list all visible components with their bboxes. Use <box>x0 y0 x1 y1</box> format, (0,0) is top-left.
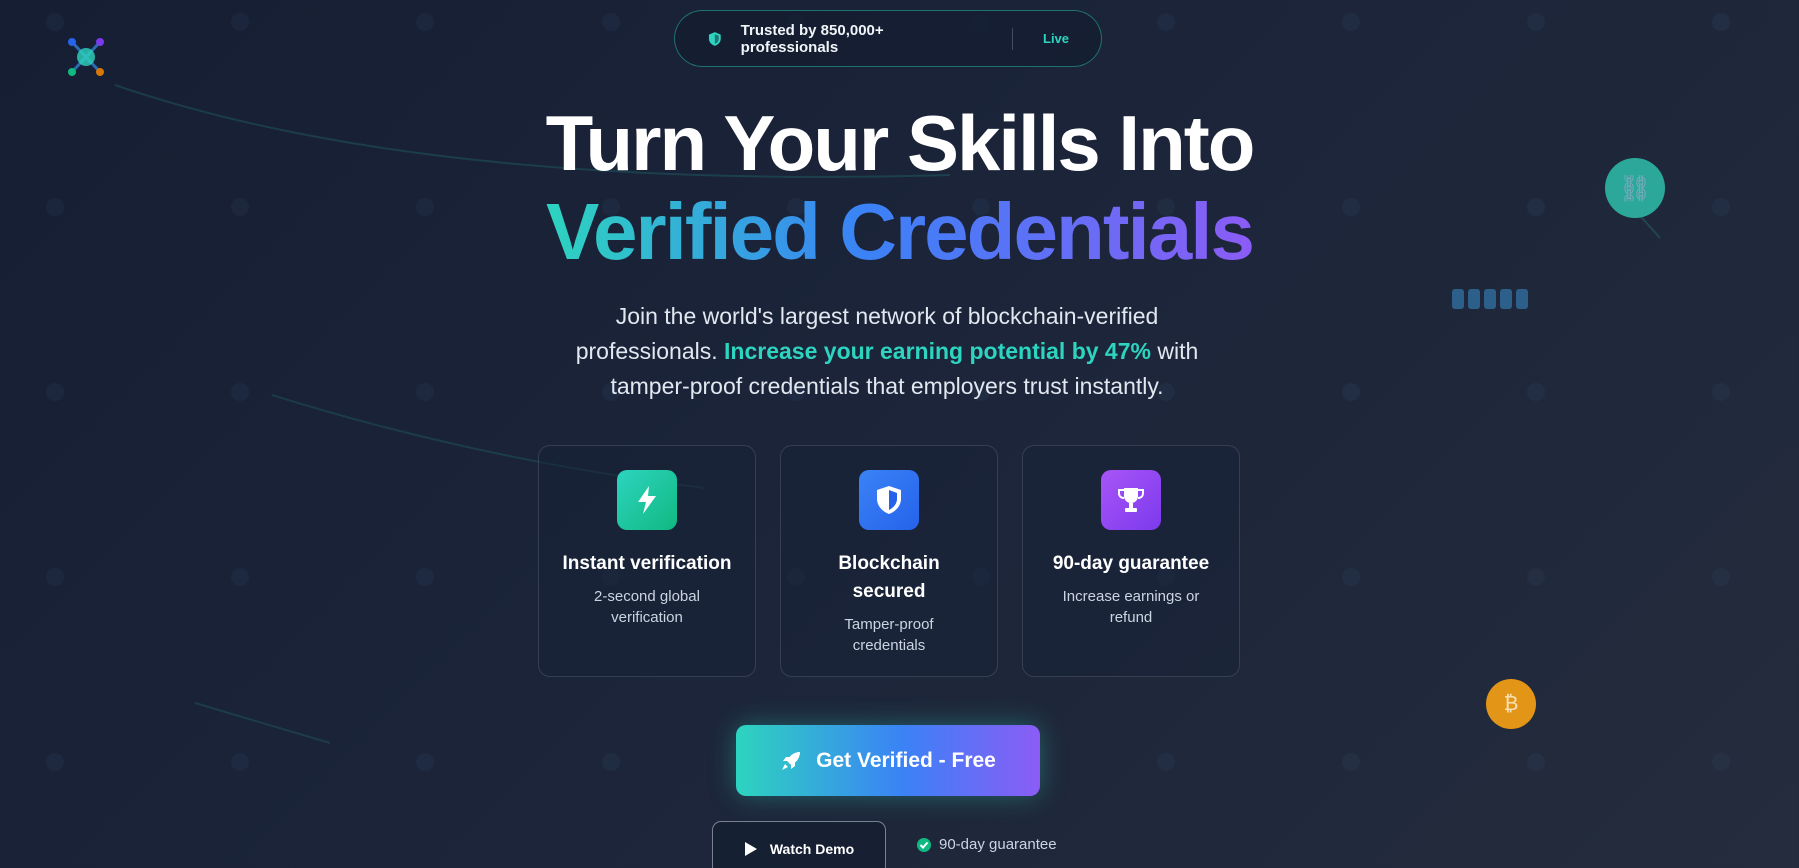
subtitle-highlight: Increase your earning potential by 47% <box>724 338 1151 364</box>
background-dot <box>46 383 64 401</box>
chain-block <box>1516 289 1528 309</box>
feature-cards: Instant verification 2-second global ver… <box>538 445 1240 677</box>
chain-block <box>1484 289 1496 309</box>
get-verified-label: Get Verified - Free <box>816 748 996 772</box>
feature-title: 90-day guarantee <box>1052 553 1210 574</box>
background-dot <box>1527 13 1545 31</box>
feature-card-blockchain-secured: Blockchain secured Tamper-proof credenti… <box>780 445 998 677</box>
chain-block <box>1500 289 1512 309</box>
brand-logo-icon[interactable] <box>64 36 108 80</box>
headline-line-2: Verified Credentials <box>0 186 1799 278</box>
background-dot <box>602 753 620 771</box>
live-status: Live <box>1043 31 1070 46</box>
chain-link-glyph: ⛓ <box>1618 172 1652 203</box>
feature-card-90-day-guarantee: 90-day guarantee Increase earnings or re… <box>1022 445 1240 677</box>
chain-block <box>1468 289 1480 309</box>
lightning-bolt-icon <box>617 470 677 530</box>
watch-demo-button[interactable]: Watch Demo <box>712 821 886 868</box>
shield-icon <box>708 31 721 46</box>
bitcoin-icon: ₿ <box>1486 679 1536 729</box>
trust-badge-divider <box>1012 27 1013 50</box>
background-dot <box>231 13 249 31</box>
trust-badge: Trusted by 850,000+ professionals Live <box>674 10 1102 67</box>
feature-title: Instant verification <box>562 553 732 574</box>
blockchain-blocks-icon <box>1452 289 1528 309</box>
chain-block <box>1452 289 1464 309</box>
get-verified-button[interactable]: Get Verified - Free <box>736 725 1040 796</box>
background-dot <box>231 383 249 401</box>
background-dot <box>231 568 249 586</box>
background-dot <box>231 753 249 771</box>
feature-card-instant-verification: Instant verification 2-second global ver… <box>538 445 756 677</box>
background-dot <box>46 568 64 586</box>
headline-gradient-text: Verified Credentials <box>546 187 1255 276</box>
background-dot <box>416 568 434 586</box>
background-dot <box>1157 13 1175 31</box>
background-dot <box>1527 568 1545 586</box>
feature-description: Increase earnings or refund <box>1062 588 1200 626</box>
play-icon <box>744 841 757 856</box>
trophy-icon <box>1101 470 1161 530</box>
background-dot <box>1712 13 1730 31</box>
shield-icon <box>859 470 919 530</box>
background-dot <box>416 753 434 771</box>
background-dot <box>1712 383 1730 401</box>
check-circle-icon <box>917 837 931 852</box>
feature-title: Blockchain secured <box>838 553 940 602</box>
background-dot <box>416 13 434 31</box>
watch-demo-label: Watch Demo <box>769 840 855 857</box>
background-dot <box>1342 13 1360 31</box>
background-dot <box>1342 383 1360 401</box>
feature-description: 2-second global verification <box>594 588 700 626</box>
headline-line-1: Turn Your Skills Into <box>545 99 1256 187</box>
background-dot <box>1527 753 1545 771</box>
guarantee-note: 90-day guarantee <box>917 836 1057 853</box>
feature-description: Tamper-proof credentials <box>844 616 934 654</box>
hero-subtitle: Join the world's largest network of bloc… <box>560 299 1214 404</box>
background-dot <box>416 383 434 401</box>
guarantee-note-text: 90-day guarantee <box>939 836 1057 853</box>
bitcoin-glyph: ₿ <box>1503 692 1519 715</box>
background-dot <box>1712 568 1730 586</box>
background-dot <box>1527 383 1545 401</box>
chain-link-icon: ⛓ <box>1605 158 1665 218</box>
background-dot <box>1157 753 1175 771</box>
trust-badge-text: Trusted by 850,000+ professionals <box>740 21 884 56</box>
rocket-icon <box>782 751 801 770</box>
background-dot <box>46 753 64 771</box>
background-dot <box>1712 753 1730 771</box>
background-dot <box>602 13 620 31</box>
background-dot <box>1342 753 1360 771</box>
background-dot <box>1342 568 1360 586</box>
background-dot <box>46 13 64 31</box>
